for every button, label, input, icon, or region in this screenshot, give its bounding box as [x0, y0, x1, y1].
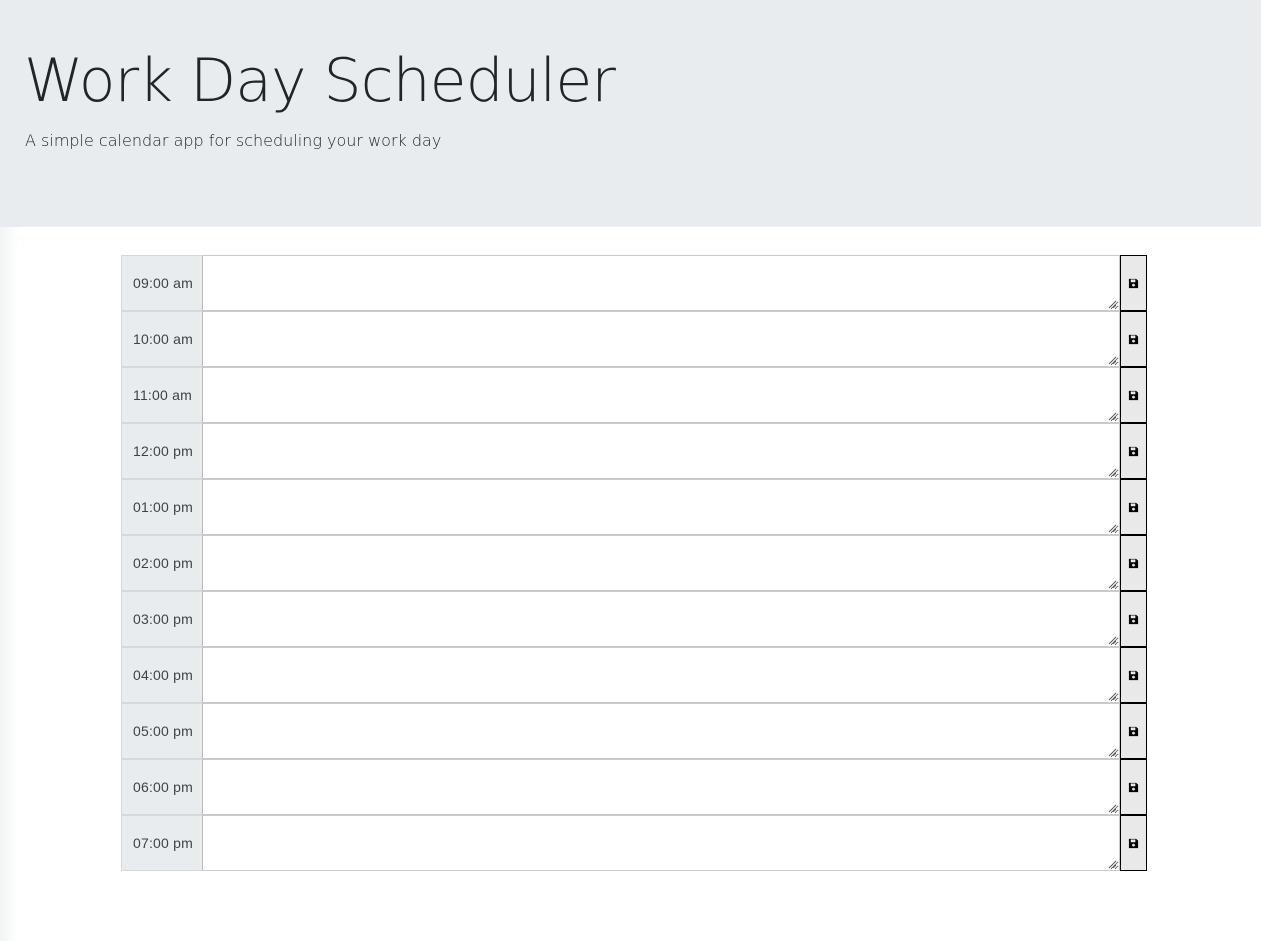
save-button[interactable] — [1120, 647, 1147, 703]
time-block-row-10: 07:00 pm — [121, 815, 1147, 871]
save-button[interactable] — [1120, 703, 1147, 759]
time-block-row-5: 02:00 pm — [121, 535, 1147, 591]
save-button[interactable] — [1120, 815, 1147, 871]
floppy-disk-icon — [1128, 614, 1139, 624]
time-block-row-4: 01:00 pm — [121, 479, 1147, 535]
save-button[interactable] — [1120, 311, 1147, 367]
save-button[interactable] — [1120, 367, 1147, 423]
hour-label: 03:00 pm — [121, 591, 203, 647]
task-description-input[interactable] — [203, 703, 1120, 759]
time-block-row-9: 06:00 pm — [121, 759, 1147, 815]
floppy-disk-icon — [1128, 558, 1139, 568]
save-button[interactable] — [1120, 759, 1147, 815]
task-description-input[interactable] — [203, 647, 1120, 703]
task-description-input[interactable] — [203, 255, 1120, 311]
floppy-disk-icon — [1128, 502, 1139, 512]
hour-label: 06:00 pm — [121, 759, 203, 815]
floppy-disk-icon — [1128, 670, 1139, 680]
save-button[interactable] — [1120, 423, 1147, 479]
hour-label: 11:00 am — [121, 367, 203, 423]
time-block-row-1: 10:00 am — [121, 311, 1147, 367]
time-block-row-6: 03:00 pm — [121, 591, 1147, 647]
hour-label: 02:00 pm — [121, 535, 203, 591]
task-description-input[interactable] — [203, 423, 1120, 479]
floppy-disk-icon — [1128, 782, 1139, 792]
hour-label: 12:00 pm — [121, 423, 203, 479]
page-subtitle: A simple calendar app for scheduling you… — [25, 131, 442, 150]
time-block-row-3: 12:00 pm — [121, 423, 1147, 479]
schedule-container: 09:00 am 10:00 am 11:00 am 12:00 pm 01:0… — [121, 255, 1147, 871]
floppy-disk-icon — [1128, 334, 1139, 344]
floppy-disk-icon — [1128, 446, 1139, 456]
floppy-disk-icon — [1128, 838, 1139, 848]
time-block-row-2: 11:00 am — [121, 367, 1147, 423]
time-block-row-0: 09:00 am — [121, 255, 1147, 311]
hour-label: 07:00 pm — [121, 815, 203, 871]
task-description-input[interactable] — [203, 759, 1120, 815]
save-button[interactable] — [1120, 255, 1147, 311]
floppy-disk-icon — [1128, 726, 1139, 736]
time-block-row-8: 05:00 pm — [121, 703, 1147, 759]
floppy-disk-icon — [1128, 390, 1139, 400]
task-description-input[interactable] — [203, 367, 1120, 423]
hour-label: 05:00 pm — [121, 703, 203, 759]
page-title: Work Day Scheduler — [24, 46, 616, 116]
task-description-input[interactable] — [203, 311, 1120, 367]
save-button[interactable] — [1120, 591, 1147, 647]
hour-label: 01:00 pm — [121, 479, 203, 535]
floppy-disk-icon — [1128, 278, 1139, 288]
task-description-input[interactable] — [203, 591, 1120, 647]
time-block-row-7: 04:00 pm — [121, 647, 1147, 703]
save-button[interactable] — [1120, 479, 1147, 535]
task-description-input[interactable] — [203, 815, 1120, 871]
hour-label: 04:00 pm — [121, 647, 203, 703]
task-description-input[interactable] — [203, 535, 1120, 591]
header: Work Day Scheduler A simple calendar app… — [0, 0, 1261, 227]
save-button[interactable] — [1120, 535, 1147, 591]
hour-label: 10:00 am — [121, 311, 203, 367]
task-description-input[interactable] — [203, 479, 1120, 535]
hour-label: 09:00 am — [121, 255, 203, 311]
